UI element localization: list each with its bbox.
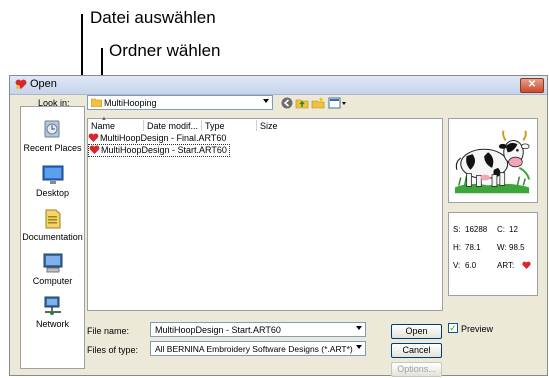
design-stats: S: 16288 C: 12 H: 78.1 W: 98.5 V: 6.0 AR… xyxy=(448,212,538,296)
desktop-icon xyxy=(42,165,64,184)
select-file-callout: Datei auswählen xyxy=(90,8,216,27)
folder-icon xyxy=(91,98,102,107)
color-count-value: 12 xyxy=(509,225,518,234)
close-icon: ✕ xyxy=(527,79,537,90)
art-file-icon xyxy=(89,145,100,154)
file-name-value: MultiHoopDesign - Start.ART60 xyxy=(155,325,281,335)
chevron-down-icon xyxy=(356,326,362,330)
network-icon xyxy=(44,296,61,315)
place-label: Desktop xyxy=(35,188,70,198)
files-of-type-label: Files of type: xyxy=(87,345,139,355)
column-type[interactable]: Type xyxy=(205,121,225,131)
open-button[interactable]: Open xyxy=(391,324,442,339)
height-value: 78.1 xyxy=(465,243,481,252)
file-name: MultiHoopDesign - Start.ART60 xyxy=(101,145,227,155)
file-name-label: File name: xyxy=(87,326,130,336)
cow-design-image xyxy=(454,130,531,194)
height-label: H: xyxy=(453,243,461,252)
open-dialog: Open ✕ Look in: MultiHooping Recent Plac… xyxy=(9,75,548,377)
title-bar: Open ✕ xyxy=(10,76,547,95)
places-bar: Recent Places Desktop Documentation Comp… xyxy=(20,106,85,369)
color-count-label: C: xyxy=(497,225,505,234)
column-separator xyxy=(143,120,144,131)
place-label: Computer xyxy=(32,276,73,286)
file-row-selected[interactable]: MultiHoopDesign - Start.ART60 xyxy=(88,144,230,157)
options-button[interactable]: Options... xyxy=(391,362,442,377)
column-name[interactable]: Name xyxy=(91,121,115,131)
column-date-modified[interactable]: Date modif... xyxy=(147,121,198,131)
new-folder-icon[interactable] xyxy=(311,96,325,110)
close-button[interactable]: ✕ xyxy=(520,78,544,93)
documents-icon xyxy=(45,209,61,229)
file-list: Name ▲ Date modif... Type Size MultiHoop… xyxy=(87,116,443,311)
preview-label: Preview xyxy=(461,324,494,334)
look-in-select[interactable]: MultiHooping xyxy=(87,95,273,110)
file-name: MultiHoopDesign - Final.ART60 xyxy=(100,133,227,143)
art-label: ART: xyxy=(497,261,515,270)
stitch-count-value: 16288 xyxy=(465,225,488,234)
column-separator xyxy=(256,120,257,131)
back-icon[interactable] xyxy=(280,96,294,110)
look-in-value: MultiHooping xyxy=(104,98,157,108)
heart-icon xyxy=(522,261,531,269)
app-heart-icon xyxy=(15,79,27,89)
version-label: V: xyxy=(453,261,461,270)
column-separator xyxy=(201,120,202,131)
chevron-down-icon xyxy=(356,345,362,349)
version-value: 6.0 xyxy=(465,261,477,270)
cancel-button[interactable]: Cancel xyxy=(391,343,442,358)
file-row[interactable]: MultiHoopDesign - Final.ART60 xyxy=(88,133,226,144)
stitch-count-label: S: xyxy=(453,225,461,234)
width-label: W: xyxy=(497,243,507,252)
sort-arrow-icon: ▲ xyxy=(101,116,107,122)
column-size[interactable]: Size xyxy=(260,121,278,131)
place-label: Network xyxy=(35,319,69,329)
view-menu-icon[interactable] xyxy=(328,96,348,110)
design-preview xyxy=(448,118,538,203)
place-label: Documentation xyxy=(22,232,83,242)
files-of-type-value: All BERNINA Embroidery Software Designs … xyxy=(155,344,353,354)
computer-icon xyxy=(43,253,63,273)
select-folder-callout: Ordner wählen xyxy=(109,41,221,60)
recent-places-icon xyxy=(44,120,60,138)
files-of-type-select[interactable]: All BERNINA Embroidery Software Designs … xyxy=(150,341,366,356)
dialog-title: Open xyxy=(30,78,57,90)
up-folder-icon[interactable] xyxy=(295,96,309,110)
width-value: 98.5 xyxy=(509,243,525,252)
place-label: Recent Places xyxy=(23,143,82,153)
chevron-down-icon xyxy=(263,99,269,103)
file-name-input[interactable]: MultiHoopDesign - Start.ART60 xyxy=(150,322,366,337)
art-file-icon xyxy=(88,133,99,142)
preview-checkbox[interactable]: ✓ xyxy=(448,323,458,333)
